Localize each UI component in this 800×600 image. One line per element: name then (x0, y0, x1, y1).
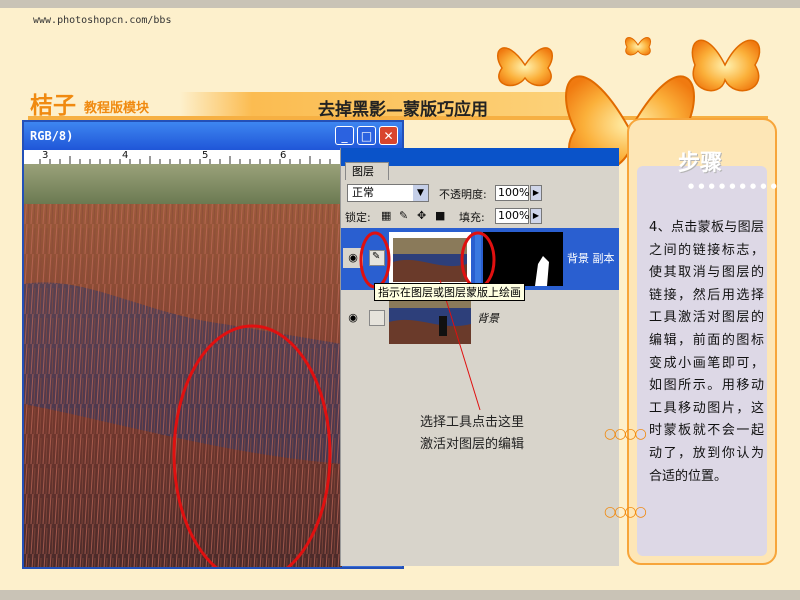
butterfly-tiny-icon (624, 37, 652, 56)
ring-chain-icon: ○○○○ (604, 426, 647, 442)
tooltip: 指示在图层或图层蒙版上绘画 (374, 283, 525, 301)
title-dots: ● ● ● ● ● ● ● ● ● (688, 182, 778, 190)
maximize-button[interactable]: □ (357, 126, 376, 145)
ring-chain-icon: ○○○○ (604, 504, 647, 520)
window-title: RGB/8) (30, 129, 74, 143)
top-border (0, 0, 800, 8)
close-button[interactable]: ✕ (379, 126, 398, 145)
minimize-button[interactable]: _ (335, 126, 354, 145)
steps-title: 步骤 (678, 151, 723, 176)
red-circle-link-icon (359, 231, 391, 289)
ruler-ticks (39, 156, 331, 164)
butterfly-right-icon (691, 39, 761, 92)
ruler-label: 3 (42, 150, 49, 161)
annotation-overlay (359, 231, 496, 411)
opacity-label: 不透明度: (439, 188, 487, 201)
ruler-label: 5 (202, 150, 209, 161)
tab-layers[interactable]: 图层 (345, 162, 389, 180)
red-circle-mask-icon (460, 231, 496, 289)
opacity-arrow-icon[interactable]: ▶ (530, 185, 542, 201)
annotation-line-1: 选择工具点击这里 (420, 415, 525, 430)
annotation-text: 选择工具点击这里 激活对图层的编辑 (420, 412, 524, 456)
layer-name[interactable]: 背景 副本 (567, 250, 615, 266)
site-subtitle: 教程版模块 (84, 101, 150, 116)
window-titlebar[interactable]: RGB/8) _ □ ✕ (24, 122, 402, 150)
steps-text: 4、点击蒙板与图层之间的链接标志，使其取消与图层的链接，然后用选择工具激活对图层… (649, 220, 764, 484)
site-logo: 桔子 (30, 92, 76, 119)
opacity-input[interactable]: 100% (495, 185, 529, 201)
annotation-line-2: 激活对图层的编辑 (420, 437, 525, 452)
site-url: www.photoshopcn.com/bbs (33, 15, 172, 26)
horizontal-ruler: 3 4 5 6 (24, 150, 342, 165)
chevron-down-icon[interactable]: ▼ (413, 185, 428, 201)
butterfly-small-icon (497, 47, 553, 87)
canvas-photo[interactable] (24, 164, 342, 567)
ruler-label: 6 (280, 150, 287, 161)
bottom-border (0, 590, 800, 600)
fill-arrow-icon[interactable]: ▶ (530, 208, 542, 224)
page-title: 去掉黑影—蒙版巧应用 (318, 100, 488, 120)
ruler-label: 4 (122, 150, 129, 161)
